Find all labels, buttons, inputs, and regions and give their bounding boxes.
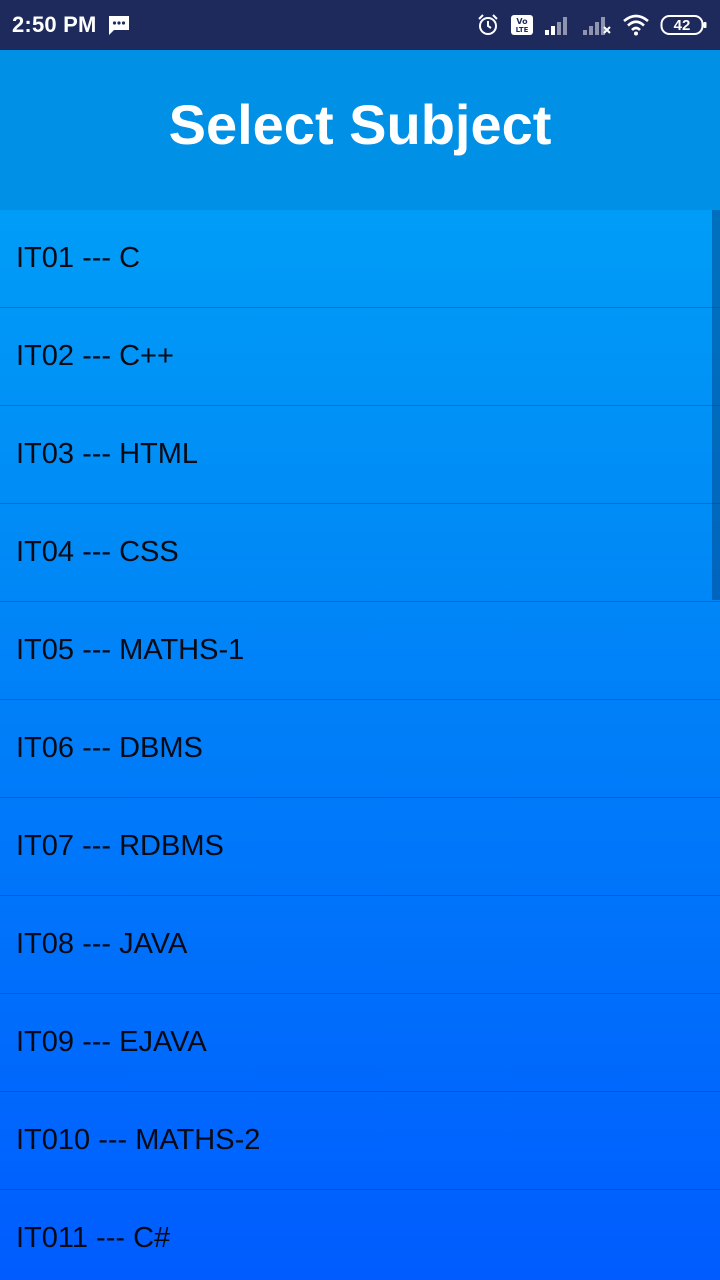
screen: 2:50 PM Vo LTE 42 Select Subject IT01 --… xyxy=(0,0,720,1280)
status-time: 2:50 PM xyxy=(12,12,97,37)
list-item[interactable]: IT03 --- HTML xyxy=(0,406,720,504)
subject-list[interactable]: IT01 --- C IT02 --- C++ IT03 --- HTML IT… xyxy=(0,210,720,1280)
battery-icon: 42 xyxy=(660,13,708,37)
list-item[interactable]: IT011 --- C# xyxy=(0,1190,720,1280)
list-item-label: IT04 --- CSS xyxy=(16,536,179,568)
list-item-label: IT011 --- C# xyxy=(16,1222,171,1254)
status-left: 2:50 PM xyxy=(12,12,131,38)
volte-icon: Vo LTE xyxy=(510,13,534,37)
status-right: Vo LTE 42 xyxy=(476,13,708,37)
svg-text:Vo: Vo xyxy=(516,17,528,26)
list-item[interactable]: IT05 --- MATHS-1 xyxy=(0,602,720,700)
list-item[interactable]: IT06 --- DBMS xyxy=(0,700,720,798)
list-item-label: IT07 --- RDBMS xyxy=(16,830,224,862)
alarm-icon xyxy=(476,13,500,37)
signal-icon xyxy=(544,14,572,36)
list-item[interactable]: IT09 --- EJAVA xyxy=(0,994,720,1092)
scrollbar[interactable] xyxy=(712,210,720,600)
list-item-label: IT06 --- DBMS xyxy=(16,732,203,764)
list-item[interactable]: IT07 --- RDBMS xyxy=(0,798,720,896)
wifi-icon xyxy=(622,14,650,36)
status-bar: 2:50 PM Vo LTE 42 xyxy=(0,0,720,50)
list-item[interactable]: IT010 --- MATHS-2 xyxy=(0,1092,720,1190)
app-bar: Select Subject xyxy=(0,50,720,210)
list-item-label: IT09 --- EJAVA xyxy=(16,1026,207,1058)
list-item[interactable]: IT08 --- JAVA xyxy=(0,896,720,994)
list-item-label: IT02 --- C++ xyxy=(16,340,174,372)
svg-text:LTE: LTE xyxy=(516,26,529,34)
list-item-label: IT010 --- MATHS-2 xyxy=(16,1124,261,1156)
message-icon xyxy=(107,14,131,36)
list-item-label: IT03 --- HTML xyxy=(16,438,199,470)
page-title: Select Subject xyxy=(168,92,552,156)
list-item-label: IT01 --- C xyxy=(16,242,141,274)
list-item-label: IT08 --- JAVA xyxy=(16,928,188,960)
list-item-label: IT05 --- MATHS-1 xyxy=(16,634,245,666)
list-item[interactable]: IT04 --- CSS xyxy=(0,504,720,602)
battery-level: 42 xyxy=(673,16,691,34)
list-item[interactable]: IT01 --- C xyxy=(0,210,720,308)
signal-no-service-icon xyxy=(582,14,612,36)
list-item[interactable]: IT02 --- C++ xyxy=(0,308,720,406)
